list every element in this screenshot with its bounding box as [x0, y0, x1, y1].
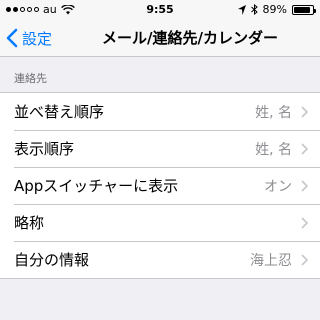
- page-title: メール/連絡先/カレンダー: [102, 29, 278, 47]
- row-sort-order[interactable]: 並べ替え順序 姓, 名: [0, 93, 320, 130]
- row-value: 海上忍: [250, 252, 292, 269]
- chevron-right-icon: [301, 180, 308, 192]
- row-label: 自分の情報: [14, 251, 90, 269]
- bluetooth-icon: [250, 4, 258, 15]
- row-app-switcher[interactable]: Appスイッチャーに表示 オン: [0, 167, 320, 204]
- chevron-left-icon: [6, 28, 18, 48]
- chevron-right-icon: [301, 254, 308, 266]
- section-header: 連絡先: [14, 72, 47, 85]
- battery-fill: [294, 6, 310, 13]
- row-label: 略称: [14, 214, 45, 232]
- status-right: 89%: [237, 3, 316, 16]
- row-short-name[interactable]: 略称: [0, 204, 320, 241]
- row-value: 姓, 名: [255, 104, 292, 121]
- battery-icon: [292, 4, 316, 15]
- back-button-label: 設定: [22, 29, 53, 48]
- battery-percentage: 89%: [262, 3, 287, 16]
- status-bar: au 9:55 89%: [0, 0, 320, 20]
- navigation-bar: 設定 メール/連絡先/カレンダー: [0, 20, 320, 57]
- row-my-info[interactable]: 自分の情報 海上忍: [0, 241, 320, 278]
- row-display-order[interactable]: 表示順序 姓, 名: [0, 130, 320, 167]
- row-label: 並べ替え順序: [14, 103, 105, 121]
- row-value: オン: [264, 178, 292, 195]
- row-label: Appスイッチャーに表示: [14, 177, 179, 195]
- back-button[interactable]: 設定: [6, 20, 52, 56]
- settings-table: 並べ替え順序 姓, 名 表示順序 姓, 名 Appスイッチャーに表示 オン 略称…: [0, 92, 320, 279]
- chevron-right-icon: [301, 106, 308, 118]
- chevron-right-icon: [301, 143, 308, 155]
- row-value: 姓, 名: [255, 141, 292, 158]
- chevron-right-icon: [301, 217, 308, 229]
- location-arrow-icon: [237, 4, 246, 15]
- row-label: 表示順序: [14, 140, 75, 158]
